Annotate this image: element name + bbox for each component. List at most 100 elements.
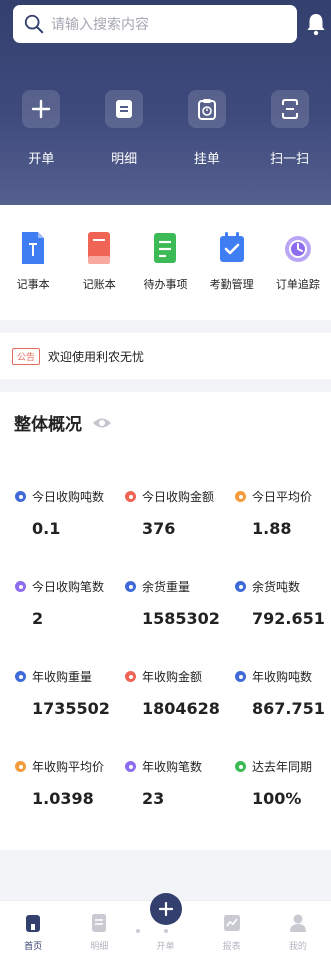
order-track-icon [284,236,311,262]
stat-item: 年收购吨数 867.751 [235,668,331,718]
stat-label: 达去年同期 [235,758,331,775]
stat-label-text: 今日平均价 [252,490,313,504]
tool-ledger[interactable]: 记账本 [66,205,132,320]
tool-label: 考勤管理 [209,278,254,291]
tool-label: 订单追踪 [275,278,320,291]
stat-label: 年收购吨数 [235,668,331,685]
stat-dot-icon [15,581,26,592]
quick-action-hold-order[interactable]: 挂单 [166,90,249,167]
stat-dot-icon [235,491,246,502]
stat-label-text: 年收购重量 [32,670,93,684]
stat-value: 867.751 [252,699,325,718]
stat-item: 年收购金额 1804628 [125,668,235,718]
stat-label-text: 今日收购笔数 [32,580,105,594]
quick-action-label: 扫一扫 [270,152,310,167]
stat-dot-icon [125,581,136,592]
tool-todo[interactable]: 待办事项 [132,205,198,320]
notice-text: 欢迎使用利农无忧 [48,349,145,364]
search-bar[interactable]: 请输入搜索内容 [13,5,297,43]
stat-value: 100% [252,789,302,808]
stat-label: 今日收购金额 [125,488,235,505]
report-icon [223,915,240,931]
stat-item: 年收购笔数 23 [125,758,235,808]
stat-item: 年收购平均价 1.0398 [15,758,125,808]
stat-dot-icon [235,761,246,772]
scan-icon [270,90,309,128]
stat-label: 今日平均价 [235,488,331,505]
stat-item: 余货重量 1585302 [125,578,235,628]
stat-item: 年收购重量 1735502 [15,668,125,718]
stat-label-text: 年收购笔数 [142,760,203,774]
tool-notebook[interactable]: 记事本 [0,205,66,320]
stat-label: 年收购平均价 [15,758,125,775]
stat-dot-icon [125,761,136,772]
user-icon [289,914,306,932]
stat-value: 376 [142,519,176,538]
stat-value: 1804628 [142,699,220,718]
overview-title: 整体概况 [14,410,112,435]
stat-dot-icon [235,671,246,682]
stat-value: 0.1 [32,519,61,538]
stat-value: 792.651 [252,609,325,628]
attendance-icon [219,232,244,262]
tab-report[interactable]: 报表 [199,901,265,960]
stat-label-text: 今日收购金额 [142,490,215,504]
tab-label: 开单 [156,942,175,952]
todo-icon [154,233,177,263]
stat-dot-icon [15,761,26,772]
stat-dot-icon [15,491,26,502]
stat-item: 今日收购吨数 0.1 [15,488,125,538]
stat-item: 今日收购金额 376 [125,488,235,538]
quick-action-label: 挂单 [193,152,220,167]
stat-value: 2 [32,609,44,628]
stat-item: 今日平均价 1.88 [235,488,331,538]
plus-icon [22,90,61,128]
notice-bar[interactable]: 公告 欢迎使用利农无忧 [0,333,331,379]
tab-home[interactable]: 首页 [0,901,66,960]
stat-label: 余货吨数 [235,578,331,595]
decorative-dot [136,929,140,933]
tool-order-tracking[interactable]: 订单追踪 [265,205,331,320]
stat-value: 23 [142,789,165,808]
stat-dot-icon [125,671,136,682]
stat-dot-icon [15,671,26,682]
stat-label: 年收购重量 [15,668,125,685]
search-icon [24,14,44,34]
decorative-dot [164,929,168,933]
tool-attendance[interactable]: 考勤管理 [199,205,265,320]
stat-label: 今日收购笔数 [15,578,125,595]
home-icon [26,915,41,932]
stat-value: 1.0398 [32,789,94,808]
stat-label-text: 年收购平均价 [32,760,105,774]
notice-tag: 公告 [12,347,41,365]
ledger-icon [88,232,111,264]
eye-icon[interactable] [92,416,112,430]
stat-item: 达去年同期 100% [235,758,331,808]
tab-profile[interactable]: 我的 [265,901,331,960]
tool-label: 记账本 [82,278,116,291]
stat-label: 年收购笔数 [125,758,235,775]
quick-action-scan[interactable]: 扫一扫 [248,90,331,167]
quick-action-open-order[interactable]: 开单 [0,90,83,167]
add-order-fab[interactable] [150,893,182,925]
stat-label-text: 今日收购吨数 [32,490,105,504]
clipboard-timer-icon [187,90,226,128]
detail-icon [92,914,107,932]
plus-icon [159,902,173,916]
tab-label: 报表 [222,942,241,952]
quick-actions: 开单 明细 挂单 扫一扫 [0,90,331,167]
stat-item: 今日收购笔数 2 [15,578,125,628]
stat-value: 1585302 [142,609,220,628]
quick-action-label: 开单 [28,152,55,167]
stat-label-text: 达去年同期 [252,760,313,774]
tab-detail[interactable]: 明细 [66,901,132,960]
notebook-icon [22,232,45,264]
tools-grid: 记事本 记账本 待办事项 考勤管理 订单追踪 [0,205,331,320]
bell-icon[interactable] [306,12,326,36]
stat-label-text: 余货吨数 [252,580,301,594]
stat-dot-icon [125,491,136,502]
quick-action-detail[interactable]: 明细 [83,90,166,167]
search-input[interactable]: 请输入搜索内容 [51,14,149,34]
tab-label: 明细 [90,942,109,952]
stat-label-text: 年收购吨数 [252,670,313,684]
